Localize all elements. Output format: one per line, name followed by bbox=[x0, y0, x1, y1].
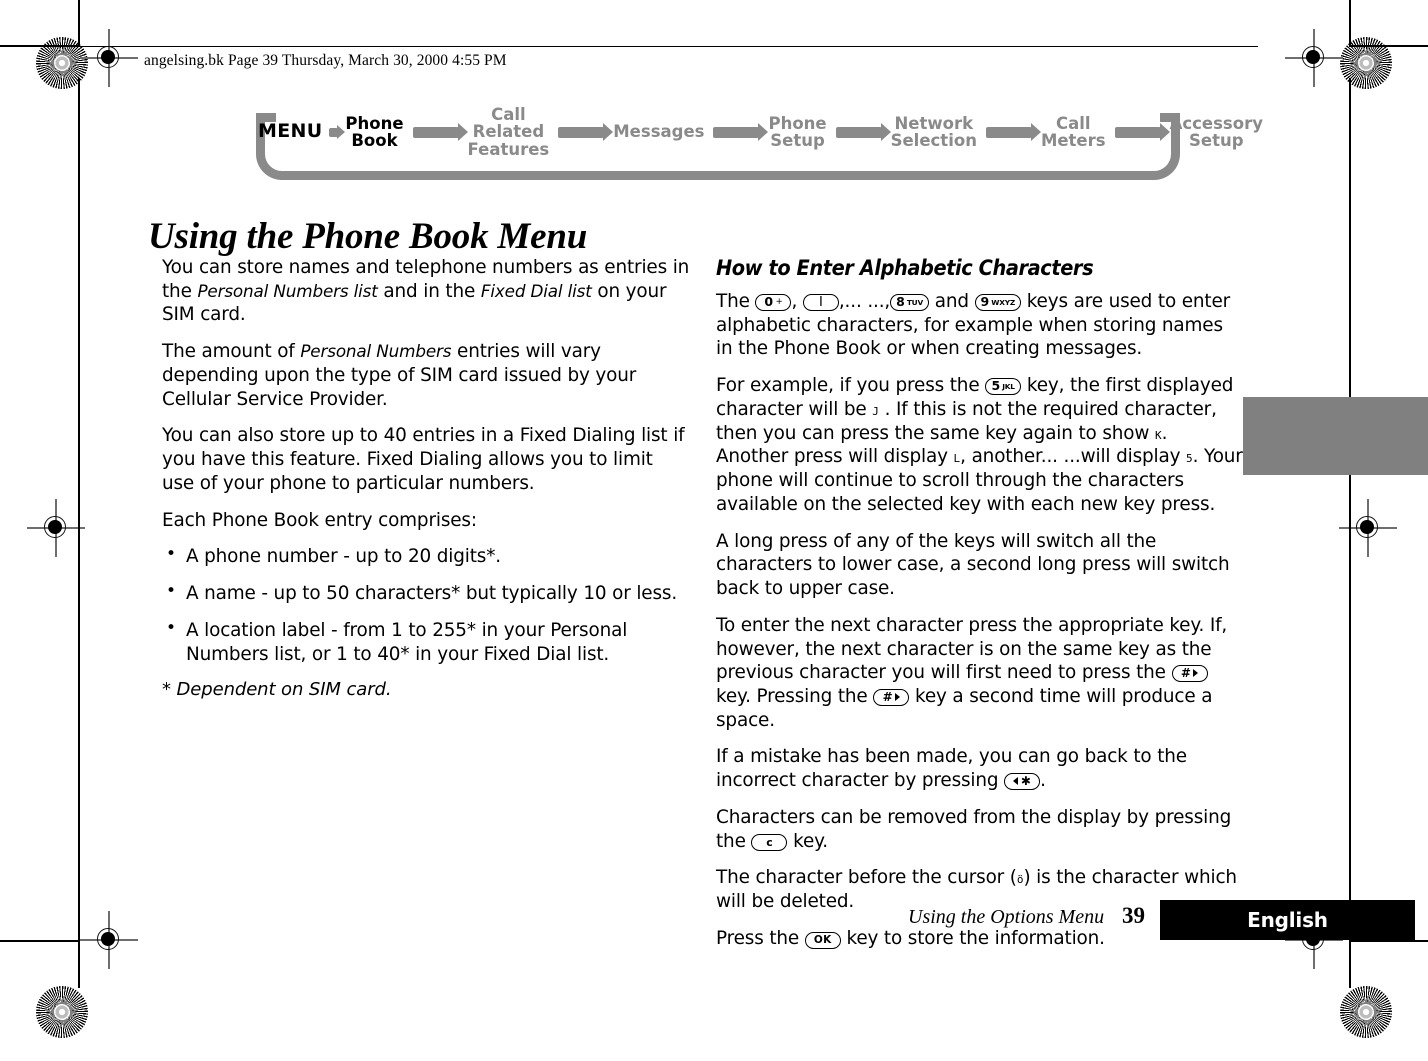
arrow-icon-0 bbox=[329, 124, 346, 139]
list-item: A phone number - up to 20 digits*. bbox=[162, 544, 690, 569]
r-p4-a: To enter the next character press the ap… bbox=[716, 614, 1228, 684]
paragraph-keys-intro: The 0 +, I,... ..., 8 TUV and 9 WXYZ keys ar… bbox=[716, 290, 1244, 361]
emphasis-fixed-dial-list: Fixed Dial list bbox=[480, 280, 592, 301]
left-column: You can store names and telephone number… bbox=[162, 256, 690, 718]
emphasis-personal-numbers: Personal Numbers bbox=[300, 341, 452, 362]
key-icon-0: 0 + bbox=[755, 293, 792, 311]
arrow-icon-3 bbox=[713, 123, 769, 141]
paragraph-next-character: To enter the next character press the ap… bbox=[716, 614, 1244, 733]
p2-text-a: The amount of bbox=[162, 341, 301, 363]
ribbon-item-call-meters[interactable]: Call Meters bbox=[1039, 115, 1108, 150]
r-p2-e: , another... ...will display bbox=[960, 446, 1187, 468]
ribbon-item-messages[interactable]: Messages bbox=[611, 123, 706, 141]
r-p8-b: key to store the information. bbox=[840, 927, 1105, 949]
lcd-char-k: K bbox=[1154, 428, 1162, 442]
page-title: Using the Phone Book Menu bbox=[148, 215, 588, 257]
r-p1-d: and bbox=[929, 291, 975, 312]
arrow-icon-6 bbox=[1114, 123, 1170, 141]
paragraph-long-press-case: A long press of any of the keys will swi… bbox=[716, 530, 1230, 600]
r-p1-c: ,... ..., bbox=[838, 291, 891, 312]
ribbon-item-phone-book[interactable]: Phone Book bbox=[343, 115, 405, 150]
lcd-char-5: 5 bbox=[1186, 452, 1193, 466]
arrow-icon-5 bbox=[985, 123, 1041, 141]
manual-page: MENU Phone Book Call Related Features Me… bbox=[0, 0, 1428, 1061]
arrow-icon-1 bbox=[412, 123, 468, 141]
key-icon-1: I bbox=[802, 294, 839, 311]
key-icon-8: 8 TUV bbox=[890, 293, 929, 311]
r-p8-a: Press the bbox=[716, 927, 805, 949]
ribbon-item-phone-setup[interactable]: Phone Setup bbox=[766, 115, 828, 150]
key-icon-ok: OK bbox=[804, 931, 841, 949]
phone-book-entry-list: A phone number - up to 20 digits*. A nam… bbox=[162, 544, 690, 666]
paragraph-example-key-5: For example, if you press the 5 JKL key, … bbox=[716, 374, 1244, 516]
ribbon-item-accessory-setup[interactable]: Accessory Setup bbox=[1168, 115, 1265, 150]
ribbon-item-call-related-features[interactable]: Call Related Features bbox=[466, 106, 552, 158]
lcd-char-j: J bbox=[872, 404, 879, 418]
paragraph-mistake-backtrack: If a mistake has been made, you can go b… bbox=[716, 745, 1244, 792]
footer-running-title: Using the Options Menu bbox=[908, 906, 1105, 928]
list-item: A location label - from 1 to 255* in you… bbox=[162, 618, 690, 666]
key-icon-hash-2: # bbox=[873, 688, 910, 706]
paragraph-storage-intro: You can store names and telephone number… bbox=[162, 256, 690, 327]
paragraph-fixed-dialing: You can also store up to 40 entries in a… bbox=[162, 425, 685, 494]
emphasis-personal-numbers-list: Personal Numbers list bbox=[197, 280, 378, 301]
r-p4-b: key. Pressing the bbox=[716, 686, 874, 708]
right-column: How to Enter Alphabetic Characters The 0… bbox=[716, 256, 1244, 951]
key-icon-star: ✱ bbox=[1004, 772, 1041, 790]
ribbon-menu-label: MENU bbox=[258, 120, 323, 143]
key-icon-hash: # bbox=[1171, 664, 1208, 682]
ribbon-item-network-selection[interactable]: Network Selection bbox=[889, 115, 979, 150]
footnote-text: Dependent on SIM card. bbox=[170, 679, 392, 701]
key-icon-5: 5 JKL bbox=[985, 377, 1022, 395]
list-item: A name - up to 50 characters* but typica… bbox=[162, 581, 690, 606]
section-heading-alphabetic-characters: How to Enter Alphabetic Characters bbox=[716, 256, 1094, 281]
arrow-icon-2 bbox=[558, 123, 614, 141]
section-thumb-tab bbox=[1243, 397, 1428, 475]
language-banner: English bbox=[1160, 900, 1415, 940]
r-p1-a: The bbox=[716, 291, 756, 312]
menu-ribbon: MENU Phone Book Call Related Features Me… bbox=[256, 104, 1263, 182]
p1-text-b: and in the bbox=[377, 280, 481, 302]
paragraph-entry-amount: The amount of Personal Numbers entries w… bbox=[162, 340, 690, 411]
paragraph-entry-comprises: Each Phone Book entry comprises: bbox=[162, 509, 477, 531]
paragraph-remove-characters: Characters can be removed from the displ… bbox=[716, 806, 1244, 853]
r-p7-a: The character before the cursor ( bbox=[716, 867, 1017, 889]
r-p5-a: If a mistake has been made, you can go b… bbox=[716, 746, 1187, 792]
arrow-icon-4 bbox=[835, 123, 891, 141]
key-icon-clear: c bbox=[751, 833, 788, 851]
footer-page-number: 39 bbox=[1122, 903, 1145, 928]
footnote: * Dependent on SIM card. bbox=[162, 679, 690, 700]
r-p6-b: key. bbox=[787, 830, 828, 852]
footnote-marker: * bbox=[162, 679, 171, 701]
key-icon-9: 9 WXYZ bbox=[974, 293, 1022, 311]
r-p1-b: , bbox=[791, 291, 803, 312]
r-p5-b: . bbox=[1040, 770, 1046, 792]
r-p2-a: For example, if you press the bbox=[716, 375, 986, 397]
